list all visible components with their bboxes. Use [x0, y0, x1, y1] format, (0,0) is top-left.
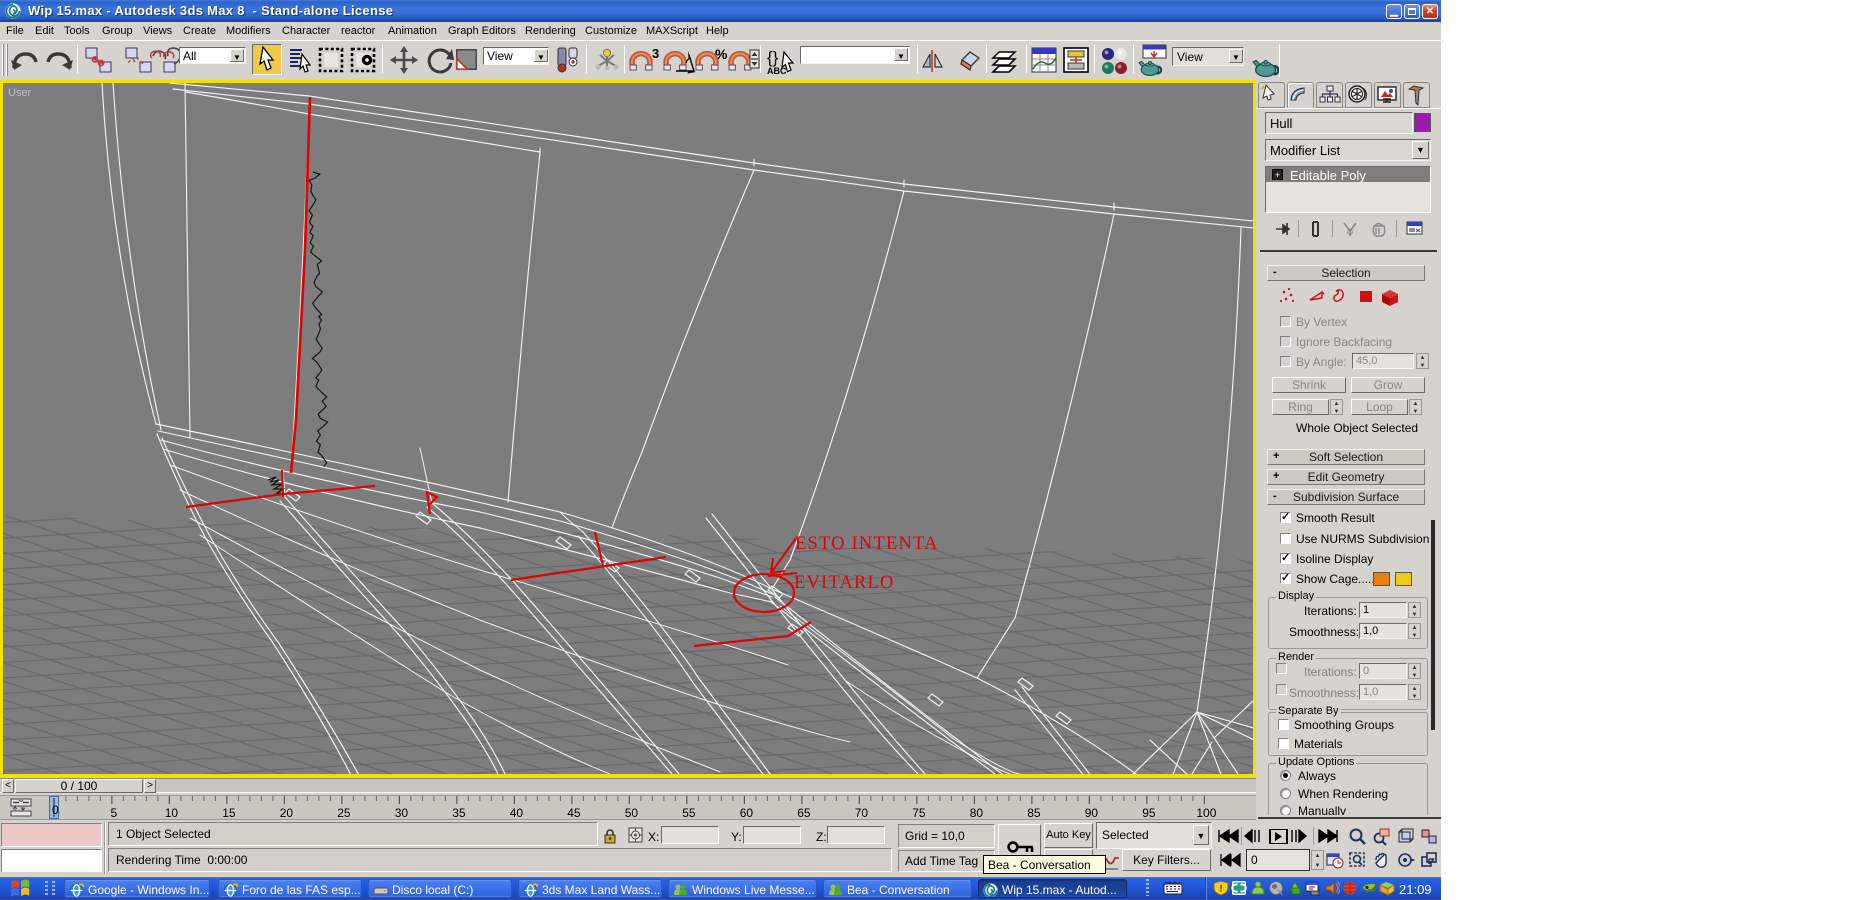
- svg-text:10: 10: [165, 806, 179, 820]
- svg-text:85: 85: [1027, 806, 1041, 820]
- svg-text:{}: {}: [767, 48, 779, 67]
- svg-text:45: 45: [567, 806, 581, 820]
- svg-text:ABC: ABC: [767, 66, 787, 76]
- svg-text:5: 5: [111, 806, 118, 820]
- svg-text:55: 55: [682, 806, 696, 820]
- svg-text:User: User: [8, 87, 32, 99]
- svg-text:60: 60: [740, 806, 754, 820]
- svg-text:95: 95: [1142, 806, 1156, 820]
- svg-text:90: 90: [1085, 806, 1099, 820]
- svg-text:100: 100: [1196, 806, 1216, 820]
- svg-text:15: 15: [222, 806, 236, 820]
- svg-text:50: 50: [625, 806, 639, 820]
- svg-text:75: 75: [912, 806, 926, 820]
- svg-text:ESTO INTENTA: ESTO INTENTA: [795, 534, 939, 554]
- svg-text:30: 30: [395, 806, 409, 820]
- svg-text:40: 40: [510, 806, 524, 820]
- svg-text:25: 25: [337, 806, 351, 820]
- svg-text:70: 70: [855, 806, 869, 820]
- svg-text:80: 80: [970, 806, 984, 820]
- svg-text:65: 65: [797, 806, 811, 820]
- svg-text:20: 20: [280, 806, 294, 820]
- svg-text:35: 35: [452, 806, 466, 820]
- svg-text:3: 3: [652, 46, 659, 61]
- svg-text:EVITARLO: EVITARLO: [794, 573, 895, 593]
- svg-text:!: !: [1220, 884, 1223, 894]
